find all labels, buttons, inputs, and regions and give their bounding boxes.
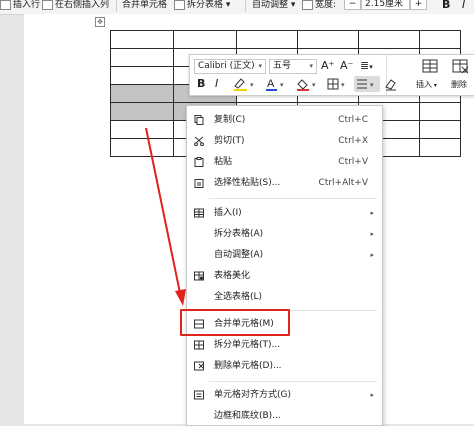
- annotation-arrow: [145, 127, 186, 306]
